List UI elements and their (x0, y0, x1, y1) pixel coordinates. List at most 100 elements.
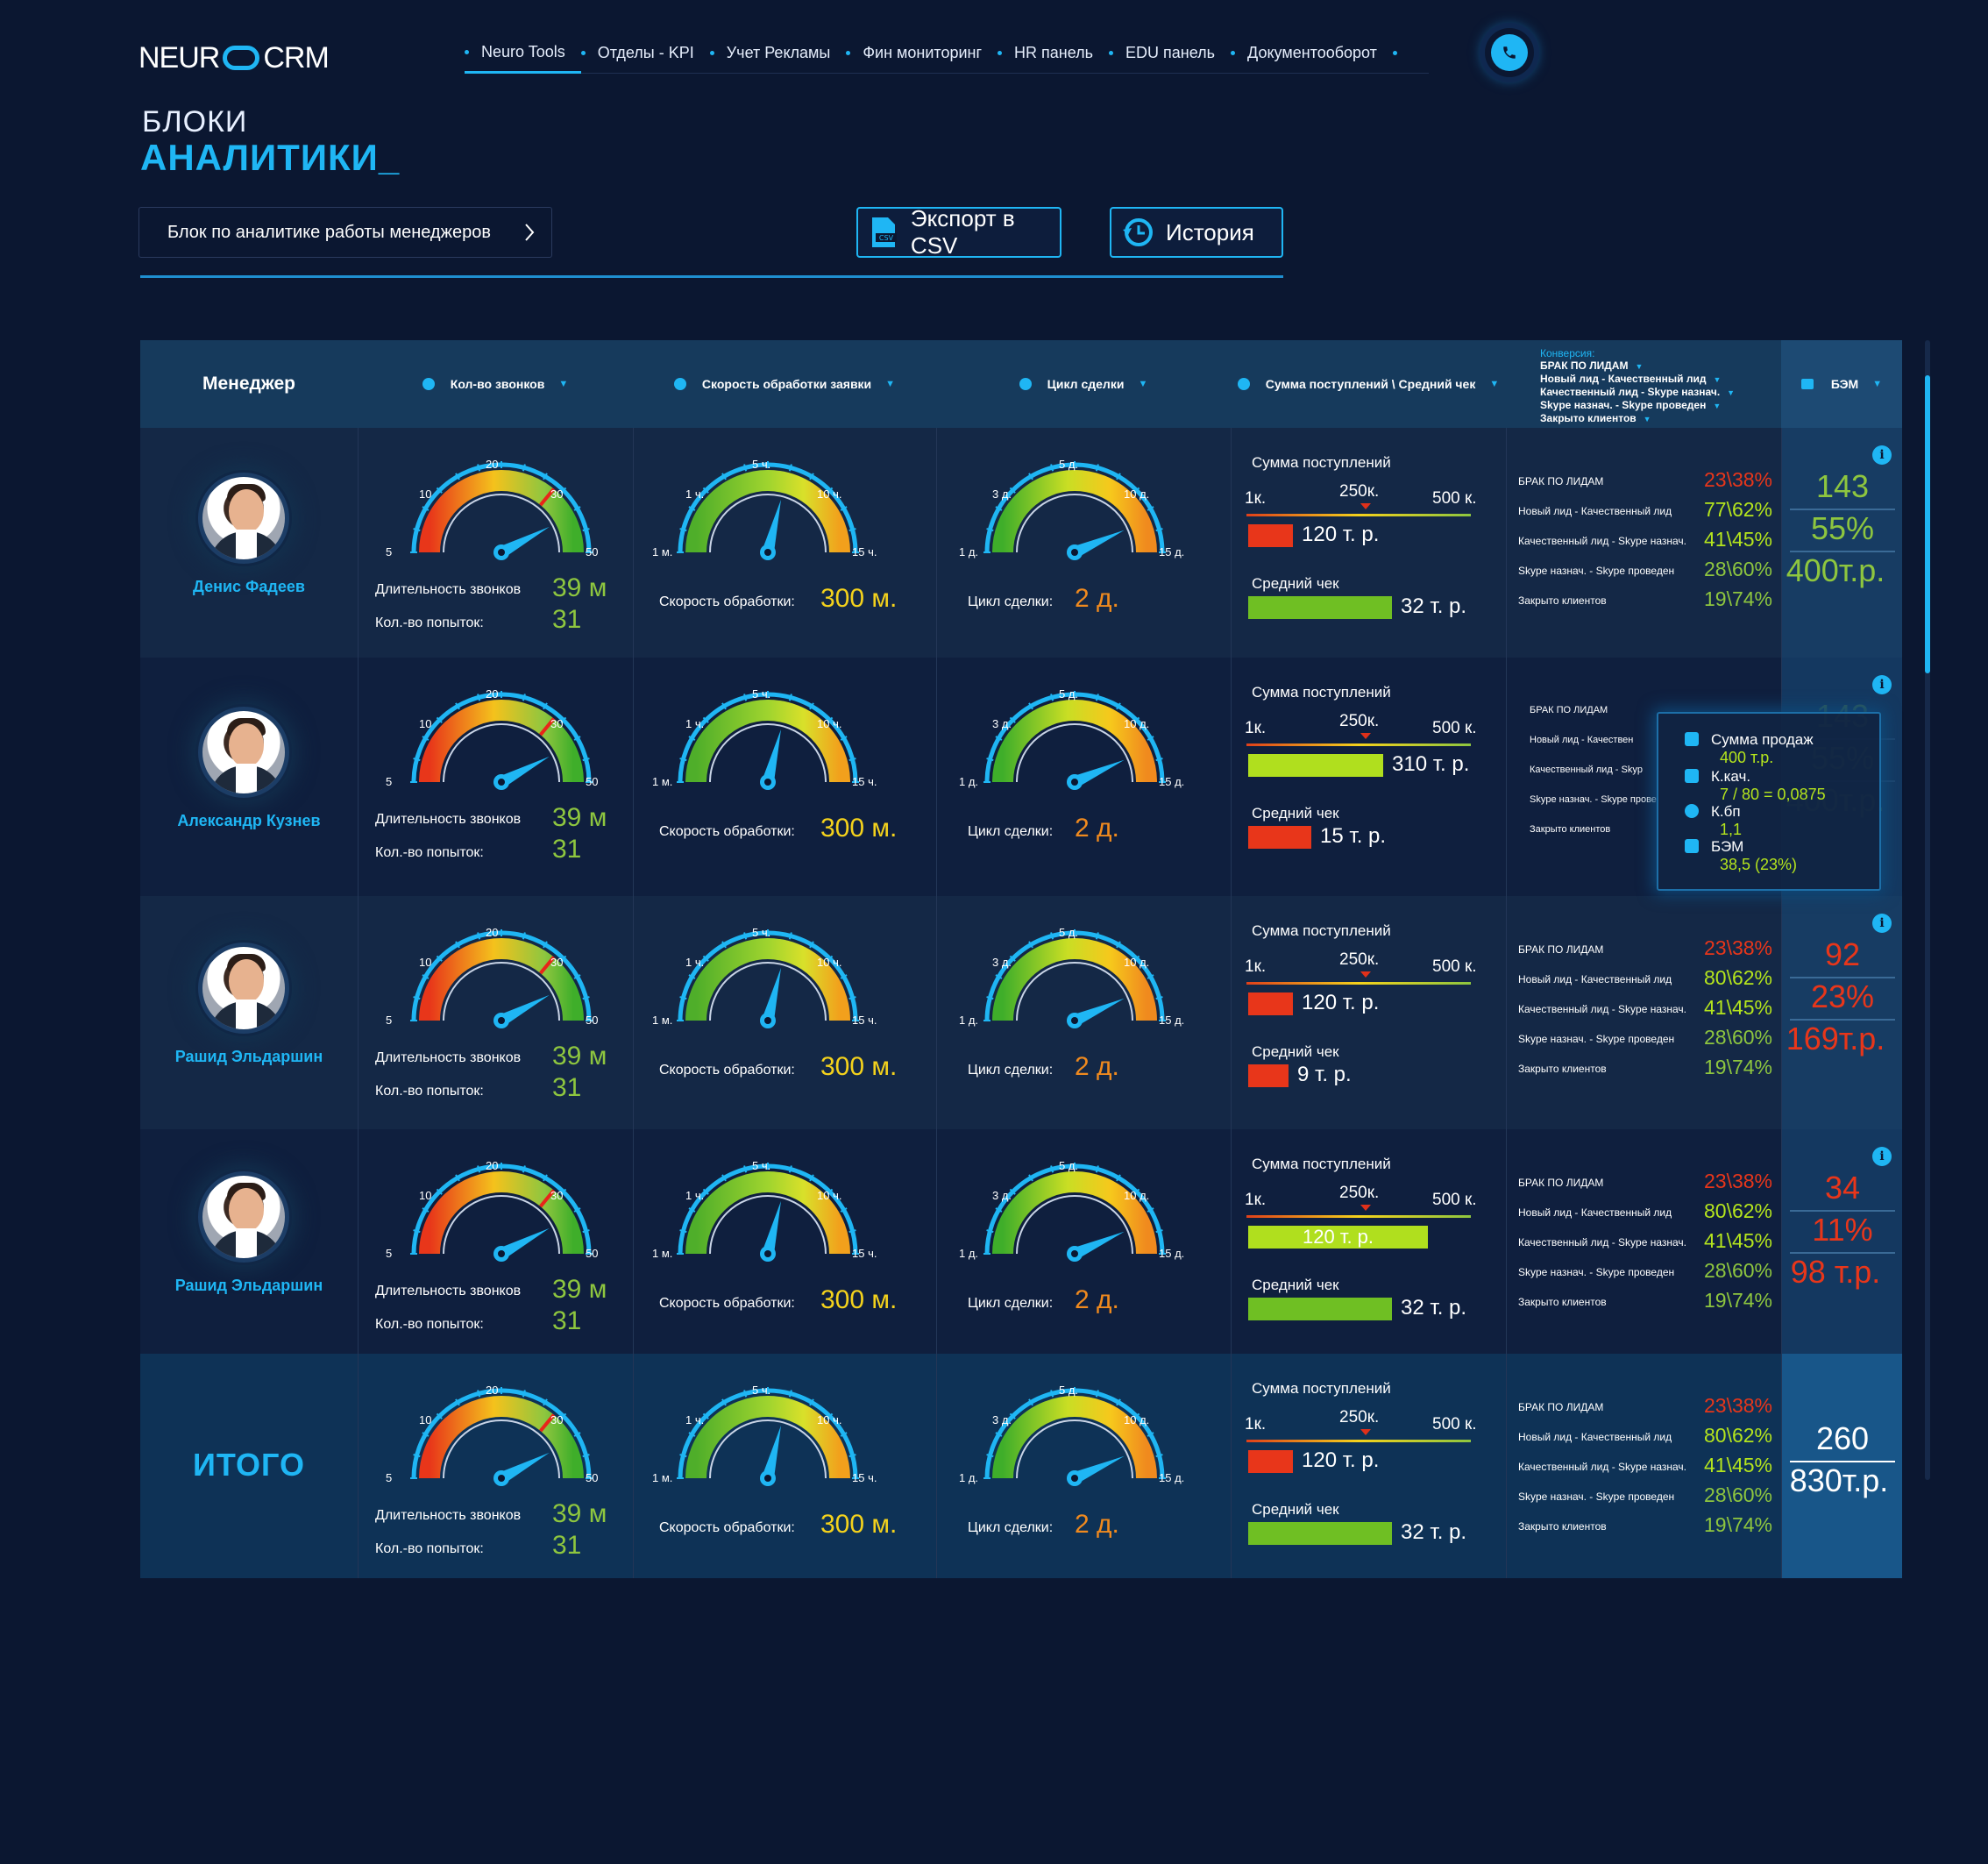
calls-tick-label: 30 (550, 956, 564, 969)
income-label: Сумма поступлений (1252, 922, 1391, 939)
conversion-line: Skype назнач. - Skype проведен (1540, 399, 1707, 411)
manager-name[interactable]: Александр Кузнев (140, 812, 358, 830)
header-cycle[interactable]: Цикл сделки ▼ (936, 340, 1231, 428)
income-value: 310 т. р. (1392, 752, 1470, 776)
logo[interactable]: NEUR CRM (138, 39, 330, 77)
avg-label: Средний чек (1252, 1043, 1339, 1060)
conversion-value: 80\62% (1703, 966, 1772, 989)
speed-tick-label: 5 ч. (752, 926, 771, 939)
nav-dot-icon (709, 51, 714, 55)
header-calls[interactable]: Кол-во звонков ▼ (358, 340, 633, 428)
avatar-face (229, 959, 264, 1003)
nav-dot-icon (465, 49, 469, 54)
scale-min-label: 1к. (1245, 957, 1267, 976)
tooltip-kkach-value: 7 / 80 = 0,0875 (1720, 786, 1826, 803)
scrollbar-thumb[interactable] (1925, 375, 1930, 673)
speed-tick-label: 1 м. (652, 1471, 673, 1484)
phone-button[interactable] (1485, 28, 1534, 77)
scale-min-label: 1к. (1245, 1191, 1267, 1209)
nav-item-hr[interactable]: HR панель (998, 33, 1109, 74)
speed-tick-label: 10 ч. (817, 717, 842, 730)
caret-down-icon: ▼ (1138, 379, 1148, 389)
nav-item-edu[interactable]: EDU панель (1109, 33, 1231, 74)
column-divider (358, 1129, 359, 1354)
income-value: 120 т. р. (1302, 991, 1380, 1014)
coins-icon (1685, 732, 1699, 746)
column-divider (633, 1354, 634, 1578)
scale-mid-label: 250к. (1339, 712, 1380, 730)
avg-label: Средний чек (1252, 1277, 1339, 1293)
scale-max-label: 500 к. (1432, 719, 1477, 737)
attempts-label: Кол.-во попыток: (375, 615, 484, 630)
nav-item-fin[interactable]: Фин мониторинг (846, 33, 998, 74)
header-sum[interactable]: Сумма поступлений \ Средний чек ▼ (1231, 340, 1506, 428)
info-icon[interactable]: i (1872, 1147, 1892, 1166)
manager-name[interactable]: Денис Фадеев (140, 578, 358, 596)
nav-item-neuro-tools[interactable]: Neuro Tools (465, 33, 581, 74)
info-icon[interactable]: i (1872, 445, 1892, 465)
block-select-dropdown[interactable]: Блок по аналитике работы менеджеров (138, 207, 552, 258)
attempts-value: 31 (552, 1306, 582, 1335)
calls-gauge-dial (410, 691, 593, 790)
nav-item-ads[interactable]: Учет Рекламы (709, 33, 847, 74)
info-icon[interactable]: i (1872, 675, 1892, 694)
nav-item-kpi[interactable]: Отделы - KPI (580, 33, 710, 74)
conversion-value: 23\38% (1703, 468, 1772, 491)
income-label: Сумма поступлений (1252, 684, 1391, 701)
conversion-row-label: БРАК ПО ЛИДАМ (1530, 705, 1608, 715)
avatar[interactable] (198, 473, 289, 564)
export-csv-button[interactable]: CSV Экспорт в CSV (856, 205, 1061, 259)
duration-value: 39 м (552, 803, 607, 832)
calls-gauge-dial (410, 461, 593, 560)
income-target-mark (1360, 1429, 1371, 1435)
column-divider (936, 1129, 937, 1354)
bem-value: 98 т.р. (1790, 1254, 1881, 1290)
income-bar (1248, 754, 1383, 777)
cycle-tick-label: 5 д. (1059, 687, 1079, 701)
manager-name[interactable]: Рашид Эльдаршин (140, 1048, 358, 1066)
avg-label: Средний чек (1252, 805, 1339, 822)
speed-tick-label: 1 ч. (685, 1189, 705, 1202)
speed-tick-label: 10 ч. (817, 1189, 842, 1202)
avatar[interactable] (198, 943, 289, 1034)
header-conversion[interactable]: Конверсия: БРАК ПО ЛИДАМ ▼ Новый лид - Ка… (1523, 347, 1735, 424)
gauge-hub-center (1071, 1250, 1078, 1257)
total-label: ИТОГО (193, 1447, 305, 1483)
column-divider (1506, 1354, 1507, 1578)
nav-item-docs[interactable]: Документооборот (1231, 33, 1393, 74)
calls-tick-label: 50 (586, 1014, 599, 1027)
scrollbar[interactable] (1925, 340, 1930, 1480)
avatar[interactable] (198, 707, 289, 798)
header-bem[interactable]: БЭМ ▼ (1781, 340, 1902, 428)
table-row: Александр Кузнев 5 10 20 30 50 Длительность зв… (140, 658, 1902, 896)
header-speed[interactable]: Скорость обработки заявки ▼ (633, 340, 936, 428)
conversion-row-label: Skype назнач. - Skype прове (1530, 794, 1657, 805)
manager-name[interactable]: Рашид Эльдаршин (140, 1277, 358, 1295)
chart-icon (1800, 379, 1814, 389)
calls-gauge (396, 679, 607, 801)
speed-tick-label: 5 ч. (752, 1159, 771, 1172)
calls-tick-label: 5 (386, 1014, 393, 1027)
gauge-hub-center (1071, 1475, 1078, 1482)
chart-icon (1685, 839, 1699, 853)
info-icon[interactable]: i (1872, 914, 1892, 933)
conversion-row-label: Skype назнач. - Skype проведен (1518, 1266, 1675, 1278)
conversion-row-label: Новый лид - Качественный лид (1518, 1431, 1672, 1443)
bem-value: 11% (1812, 1212, 1873, 1248)
nav-dot-icon (998, 51, 1003, 55)
scale-max-label: 500 к. (1432, 489, 1477, 508)
column-divider (1506, 428, 1507, 658)
header-manager[interactable]: Менеджер (140, 340, 358, 428)
caret-down-icon: ▼ (1489, 379, 1500, 389)
gauge-hub-center (498, 1475, 505, 1482)
scale-max-label: 500 к. (1432, 1415, 1477, 1434)
cycle-tick-label: 15 д. (1159, 1014, 1185, 1027)
cycle-tick-label: 15 д. (1159, 1471, 1185, 1484)
attempts-label: Кол.-во попыток: (375, 1084, 484, 1099)
speed-tick-label: 15 ч. (852, 545, 877, 558)
conversion-line: Качественный лид - Skype назнач. (1540, 386, 1721, 398)
header-cycle-label: Цикл сделки (1047, 377, 1125, 391)
avatar[interactable] (198, 1171, 289, 1263)
history-button[interactable]: История (1110, 207, 1283, 258)
clock-icon (422, 378, 435, 390)
